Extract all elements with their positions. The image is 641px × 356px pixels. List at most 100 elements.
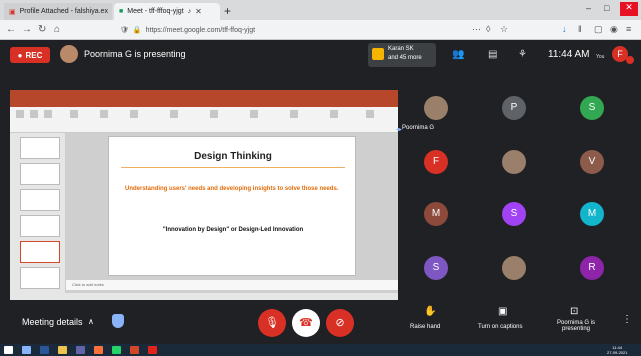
close-tab-icon[interactable]: ✕ bbox=[195, 7, 202, 16]
meet-header: ● REC Poornima G is presenting Karan SK … bbox=[0, 40, 641, 70]
you-label: You bbox=[596, 54, 605, 60]
join-notification[interactable]: Karan SK and 45 more bbox=[368, 43, 436, 67]
rec-label: REC bbox=[25, 50, 43, 60]
account-icon[interactable]: ◉ bbox=[610, 24, 618, 35]
captions-label[interactable]: Turn on captions bbox=[478, 324, 522, 330]
participant-tile[interactable] bbox=[494, 148, 534, 188]
pdf-icon[interactable] bbox=[148, 346, 157, 354]
mail-icon: ▣ bbox=[9, 8, 16, 16]
presenting-label[interactable]: Poornima G is presenting bbox=[552, 320, 600, 332]
task-view-icon[interactable] bbox=[22, 346, 31, 354]
slide-thumbnail bbox=[20, 189, 60, 211]
host-controls-icon[interactable] bbox=[112, 314, 124, 328]
audio-icon[interactable]: ♪ bbox=[188, 8, 192, 15]
meeting-clock: 11:44 AM bbox=[548, 49, 590, 60]
teams-icon[interactable] bbox=[76, 346, 85, 354]
os-taskbar: 11:44 27-09-2021 bbox=[0, 344, 641, 356]
new-tab-button[interactable]: + bbox=[224, 4, 231, 18]
leave-call-button[interactable]: ☎ bbox=[292, 309, 320, 337]
participant-avatar: F bbox=[424, 150, 448, 174]
more-options-button[interactable]: ⋮ bbox=[622, 314, 632, 325]
page-actions-icon[interactable]: ⋯ bbox=[472, 24, 481, 35]
firefox-icon[interactable] bbox=[94, 346, 103, 354]
record-dot-icon: ● bbox=[17, 50, 23, 60]
presenter-tile-name: Poornima G bbox=[402, 125, 435, 131]
participant-avatar: V bbox=[580, 150, 604, 174]
chat-icon[interactable]: ▤ bbox=[488, 49, 497, 60]
forward-icon[interactable]: → bbox=[22, 24, 32, 35]
pocket-icon[interactable]: ◊ bbox=[486, 24, 490, 34]
raise-hand-label[interactable]: Raise hand bbox=[410, 324, 440, 330]
slide-quote: "Innovation by Design" or Design-Led Inn… bbox=[162, 227, 304, 233]
ribbon-icon bbox=[210, 110, 218, 118]
slide-title: Design Thinking bbox=[194, 151, 272, 162]
home-icon[interactable]: ⌂ bbox=[54, 24, 60, 35]
back-icon[interactable]: ← bbox=[6, 24, 16, 35]
ribbon-icon bbox=[44, 110, 52, 118]
ribbon-icon bbox=[290, 110, 298, 118]
slide-subtitle: Understanding users' needs and developin… bbox=[125, 186, 339, 192]
participant-tile[interactable]: V bbox=[572, 148, 612, 188]
slide-thumbnail bbox=[20, 163, 60, 185]
chevron-up-icon[interactable]: ∧ bbox=[88, 317, 94, 326]
meet-icon: ■ bbox=[119, 8, 124, 15]
ppt-status-bar bbox=[10, 293, 398, 300]
library-icon[interactable]: ‖ bbox=[578, 24, 582, 34]
explorer-icon[interactable] bbox=[58, 346, 67, 354]
reload-icon[interactable]: ↻ bbox=[38, 24, 46, 35]
meeting-details-button[interactable]: Meeting details bbox=[22, 317, 83, 327]
start-icon[interactable] bbox=[4, 346, 13, 354]
tab-profile-attached[interactable]: ▣ Profile Attached - falshiya.ex ✕ bbox=[4, 3, 112, 20]
participant-tile[interactable]: M bbox=[416, 200, 456, 240]
participant-tile[interactable]: P bbox=[494, 94, 534, 134]
presenting-banner: Poornima G is presenting bbox=[84, 49, 186, 59]
menu-icon[interactable]: ≡ bbox=[626, 24, 631, 34]
participant-tile[interactable]: R bbox=[572, 254, 612, 294]
participant-tile[interactable]: S bbox=[416, 254, 456, 294]
ppt-ribbon-tabs bbox=[10, 100, 398, 107]
notification-dot-icon bbox=[626, 56, 634, 64]
participant-avatar: P bbox=[502, 96, 526, 120]
powerpoint-icon[interactable] bbox=[130, 346, 139, 354]
participant-avatar: M bbox=[580, 202, 604, 226]
tab-label: Profile Attached - falshiya.ex bbox=[19, 8, 108, 15]
tab-meet[interactable]: ■ Meet - tff-fffoq-yjgt ♪ ✕ bbox=[114, 3, 220, 20]
activities-icon[interactable]: ⚘ bbox=[518, 49, 527, 60]
ribbon-icon bbox=[250, 110, 258, 118]
whatsapp-icon[interactable] bbox=[112, 346, 121, 354]
participant-photo bbox=[502, 150, 526, 174]
recording-badge: ● REC bbox=[10, 47, 50, 63]
participant-tile[interactable]: S bbox=[572, 94, 612, 134]
word-icon[interactable] bbox=[40, 346, 49, 354]
present-icon[interactable]: ⊡ bbox=[570, 306, 578, 317]
participant-avatar-icon bbox=[372, 48, 384, 60]
maximize-button[interactable]: □ bbox=[604, 3, 609, 13]
captions-icon[interactable]: ▣ bbox=[498, 306, 507, 317]
participant-tile[interactable]: S bbox=[494, 200, 534, 240]
url-field[interactable]: 🛡 🔒 https://meet.google.com/tff-ffoq-yjg… bbox=[120, 23, 520, 37]
sidebar-icon[interactable]: ▢ bbox=[594, 24, 603, 35]
mic-off-button[interactable]: 🎙 bbox=[258, 309, 286, 337]
participant-avatar: R bbox=[580, 256, 604, 280]
raise-hand-icon[interactable]: ✋ bbox=[424, 306, 436, 317]
minimize-button[interactable]: – bbox=[586, 3, 591, 13]
bookmark-star-icon[interactable]: ☆ bbox=[500, 24, 508, 35]
participant-tile[interactable] bbox=[494, 254, 534, 294]
close-window-button[interactable]: ✕ bbox=[620, 2, 638, 16]
ribbon-icon bbox=[100, 110, 108, 118]
download-icon[interactable]: ↓ bbox=[562, 24, 567, 34]
slide: Design Thinking Understanding users' nee… bbox=[108, 136, 356, 276]
ribbon-icon bbox=[30, 110, 38, 118]
participant-photo bbox=[424, 96, 448, 120]
notes-pane: Click to add notes bbox=[66, 280, 398, 290]
people-icon[interactable]: 👥 bbox=[452, 49, 464, 60]
join-more: and 45 more bbox=[388, 55, 422, 61]
ribbon-icon bbox=[16, 110, 24, 118]
camera-off-button[interactable]: ⊘ bbox=[326, 309, 354, 337]
participant-tile[interactable]: F bbox=[416, 148, 456, 188]
system-clock: 11:44 27-09-2021 bbox=[607, 345, 627, 355]
system-date: 27-09-2021 bbox=[607, 350, 628, 355]
slide-divider bbox=[121, 167, 345, 168]
participant-tile[interactable]: M bbox=[572, 200, 612, 240]
slide-thumbnail bbox=[20, 137, 60, 159]
